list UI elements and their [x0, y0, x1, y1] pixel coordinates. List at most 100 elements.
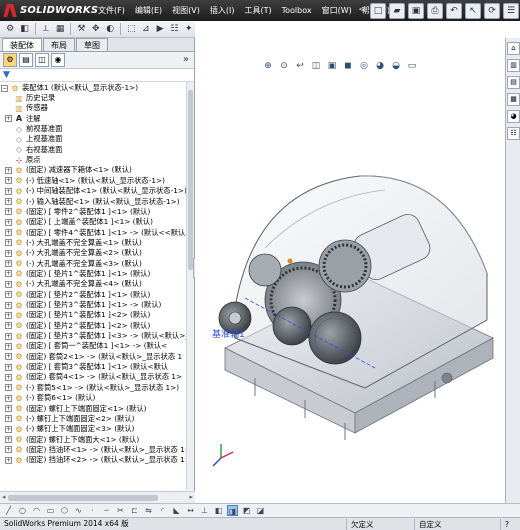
- hide-show-items-icon[interactable]: ◎: [358, 60, 370, 72]
- tree-horizontal-scrollbar[interactable]: ◂ ▸: [0, 491, 195, 503]
- zoom-area-icon[interactable]: ⊙: [278, 60, 290, 72]
- tree-item[interactable]: + ⚙ (固定) 套筒2<1> -> (默认<默认>_显示状态 1: [5, 352, 182, 362]
- status-units[interactable]: 自定义: [414, 519, 500, 530]
- solidworks-resources-icon[interactable]: ⌂: [507, 42, 520, 55]
- bill-of-materials-icon[interactable]: ☷: [168, 22, 180, 36]
- design-library-icon[interactable]: ▥: [507, 59, 520, 72]
- fillet-icon[interactable]: ◜: [157, 505, 168, 516]
- tree-item[interactable]: + ⚙ (-) 输入轴装配<1> (默认<默认_显示状态-1>): [5, 197, 180, 207]
- tree-item[interactable]: + ⚙ (固定) 减速器下箱体<1> (默认): [5, 165, 132, 175]
- tree-item[interactable]: + ⚙ (固定) 挡油环<2> -> (默认<默认>_显示状态 1>: [5, 455, 191, 465]
- tree-item[interactable]: + ⚙ (-) 大孔端盖不完全算盖<3> (默认): [5, 259, 142, 269]
- line-icon[interactable]: ╱: [3, 505, 14, 516]
- tree-item[interactable]: + ⚙ (固定) [ 垫片1^装配体1 ]<1> (默认): [5, 269, 150, 279]
- pattern-icon[interactable]: ▦: [54, 22, 66, 36]
- print-icon[interactable]: ⎙: [427, 2, 443, 19]
- tree-item[interactable]: + ⚙ (-) 套筒6<1> (默认): [5, 393, 95, 403]
- tree-item[interactable]: ◇ 上视基准面: [5, 134, 63, 144]
- tree-vertical-scrollbar[interactable]: [186, 82, 194, 490]
- undo-icon[interactable]: ↶: [446, 2, 462, 19]
- view-palette-icon[interactable]: ▦: [507, 93, 520, 106]
- expand-icon[interactable]: +: [5, 384, 12, 392]
- property-manager-icon[interactable]: ▤: [19, 53, 33, 67]
- tree-item[interactable]: + ⚙ (固定) [ 上端盖^装配体1 ]<1> (默认): [5, 217, 153, 227]
- display-style-icon[interactable]: ◼: [342, 60, 354, 72]
- show-hidden-icon[interactable]: ◐: [104, 22, 116, 36]
- expand-icon[interactable]: +: [5, 332, 12, 340]
- tree-item[interactable]: + ⚙ (固定) [ 垫片2^装配体1 ]<2> (默认): [5, 321, 150, 331]
- arc-icon[interactable]: ◠: [31, 505, 42, 516]
- configuration-manager-icon[interactable]: ◫: [35, 53, 49, 67]
- tree-item[interactable]: + ⚙ (固定) [ 套筒一^装配体1 ]<1> -> (默认<: [5, 341, 167, 351]
- expand-icon[interactable]: +: [5, 187, 12, 195]
- expand-icon[interactable]: +: [5, 322, 12, 330]
- expand-icon[interactable]: +: [5, 405, 12, 412]
- assembly-model-view[interactable]: [195, 38, 505, 503]
- hscroll-thumb[interactable]: [8, 495, 158, 501]
- point-icon[interactable]: ·: [87, 505, 98, 516]
- tree-item[interactable]: + ⚙ (固定) [ 垫片2^装配体1 ]<1> (默认): [5, 290, 150, 300]
- expand-icon[interactable]: +: [5, 260, 12, 268]
- file-explorer-icon[interactable]: ▤: [507, 76, 520, 89]
- tab-layout[interactable]: 布局: [43, 38, 75, 51]
- view-iso-icon[interactable]: ◨: [227, 505, 238, 516]
- insert-component-icon[interactable]: ⚙: [4, 22, 16, 36]
- tree-item[interactable]: + ⚙ (-) 螺钉上下端面固定<2> (默认): [5, 414, 135, 424]
- expand-icon[interactable]: +: [5, 239, 12, 247]
- expand-icon[interactable]: +: [5, 249, 12, 257]
- menu-toolbox[interactable]: Toolbox: [277, 0, 317, 21]
- tree-item[interactable]: + ⚙ (固定) 螺钉上下端面大<1> (默认): [5, 435, 139, 445]
- centerline-icon[interactable]: ┄: [101, 505, 112, 516]
- spline-icon[interactable]: ∿: [73, 505, 84, 516]
- dimension-icon[interactable]: ↔: [185, 505, 196, 516]
- display-manager-icon[interactable]: ◉: [51, 53, 65, 67]
- tree-item[interactable]: ⊹ 原点: [5, 155, 41, 165]
- mirror-icon[interactable]: ⇋: [143, 505, 154, 516]
- scroll-left-icon[interactable]: ◂: [2, 493, 6, 501]
- expand-icon[interactable]: +: [5, 353, 12, 361]
- previous-view-icon[interactable]: ↩: [294, 60, 306, 72]
- view-top-icon[interactable]: ◩: [241, 505, 252, 516]
- tree-item[interactable]: + ⚙ (固定) [ 零件4^装配体1 ]<1> -> (默认<<默认: [5, 228, 185, 238]
- filter-icon[interactable]: ▼: [3, 70, 10, 80]
- view-settings-icon[interactable]: ▭: [406, 60, 418, 72]
- expand-icon[interactable]: +: [5, 115, 12, 123]
- view-right-icon[interactable]: ◪: [255, 505, 266, 516]
- new-part-icon[interactable]: ◧: [18, 22, 30, 36]
- expand-icon[interactable]: +: [5, 229, 12, 237]
- scroll-right-icon[interactable]: ▸: [189, 493, 193, 501]
- tree-item[interactable]: + ⚙ (固定) 套筒4<1> -> (默认<默认_显示状态 1>: [5, 372, 182, 382]
- expand-icon[interactable]: +: [5, 373, 12, 381]
- tree-item[interactable]: ◇ 前视基准面: [5, 124, 63, 134]
- expand-panel-icon[interactable]: »: [183, 54, 189, 65]
- rebuild-icon[interactable]: ⟳: [484, 2, 500, 19]
- expand-icon[interactable]: +: [5, 311, 12, 319]
- reference-axis-label[interactable]: 基准轴1: [212, 327, 245, 340]
- expand-icon[interactable]: +: [5, 425, 12, 433]
- expand-icon[interactable]: +: [5, 198, 12, 205]
- graphics-area[interactable]: [195, 38, 505, 503]
- scroll-thumb[interactable]: [188, 90, 193, 270]
- open-folder-icon[interactable]: ▰: [389, 2, 405, 19]
- tree-item[interactable]: + ⚙ (固定) [ 垫片3^装配体1 ]<3> -> (默认<默认>_显示状: [5, 331, 194, 341]
- tree-item[interactable]: + ⚙ (-) 大孔端盖不完全算盖<4> (默认): [5, 279, 142, 289]
- menu-window[interactable]: 窗口(W): [317, 0, 357, 21]
- exploded-view-icon[interactable]: ✦: [183, 22, 195, 36]
- expand-icon[interactable]: +: [5, 342, 12, 350]
- status-help[interactable]: ?: [500, 519, 520, 530]
- expand-icon[interactable]: +: [5, 436, 12, 444]
- new-document-icon[interactable]: □: [370, 2, 386, 19]
- mate-icon[interactable]: ⟂: [40, 22, 52, 36]
- expand-icon[interactable]: +: [5, 280, 12, 288]
- move-component-icon[interactable]: ✥: [90, 22, 102, 36]
- expand-icon[interactable]: +: [5, 291, 12, 299]
- tree-item[interactable]: + ⚙ (固定) [ 垫片3^装配体1 ]<1> -> (默认): [5, 300, 161, 310]
- expand-icon[interactable]: +: [5, 415, 12, 423]
- expand-icon[interactable]: +: [5, 270, 12, 278]
- relations-icon[interactable]: ⊥: [199, 505, 210, 516]
- assembly-features-icon[interactable]: ⬚: [125, 22, 137, 36]
- menu-file[interactable]: 文件(F): [93, 0, 130, 21]
- tree-item[interactable]: + ⚙ (固定) [ 零件2^装配体1 ]<1> (默认): [5, 207, 150, 217]
- expand-icon[interactable]: +: [5, 208, 12, 216]
- tree-item[interactable]: + A 注解: [5, 114, 41, 124]
